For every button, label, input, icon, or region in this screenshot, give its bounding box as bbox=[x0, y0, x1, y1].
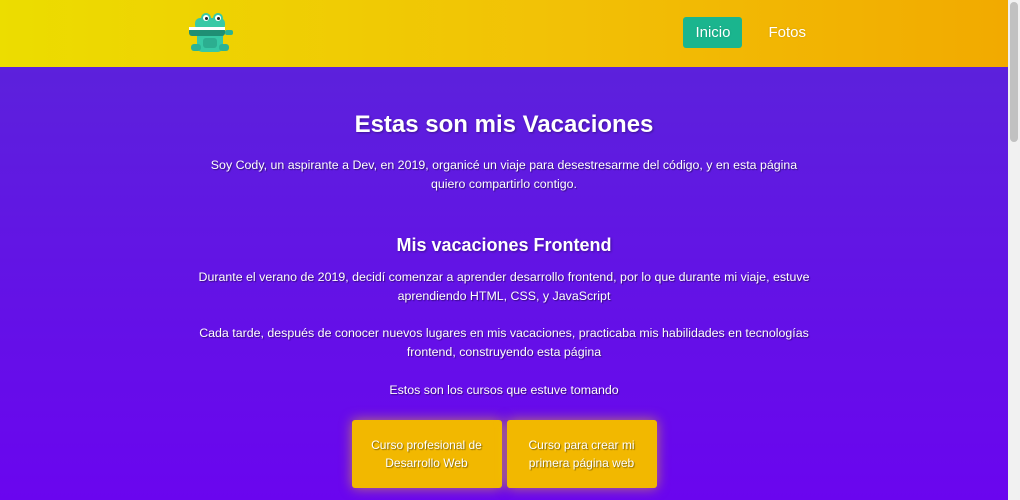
intro-text: Soy Cody, un aspirante a Dev, en 2019, o… bbox=[210, 158, 798, 191]
course-card-label: Curso profesional de Desarrollo Web bbox=[371, 438, 482, 470]
paragraph-summer: Durante el verano de 2019, decidí comenz… bbox=[198, 270, 810, 303]
main-nav: Inicio Fotos bbox=[683, 17, 818, 48]
course-card-desarrollo-web[interactable]: Curso profesional de Desarrollo Web bbox=[351, 420, 502, 488]
section-title: Mis vacaciones Frontend bbox=[396, 235, 612, 255]
page: Inicio Fotos Estas son mis Vacaciones So… bbox=[0, 0, 1008, 500]
nav-link-fotos[interactable]: Fotos bbox=[756, 17, 818, 48]
page-title: Estas son mis Vacaciones bbox=[354, 111, 654, 138]
main-content: Estas son mis Vacaciones Soy Cody, un as… bbox=[0, 67, 1008, 500]
nav-link-inicio[interactable]: Inicio bbox=[683, 17, 743, 48]
scrollbar-thumb[interactable] bbox=[1010, 2, 1018, 142]
crocodile-mascot-icon[interactable] bbox=[185, 10, 237, 54]
course-card-label: Curso para crear mi primera página web bbox=[528, 438, 635, 470]
site-header: Inicio Fotos bbox=[0, 0, 1008, 67]
paragraph-afternoons: Cada tarde, después de conocer nuevos lu… bbox=[199, 326, 809, 359]
courses-intro: Estos son los cursos que estuve tomando bbox=[389, 383, 619, 397]
course-card-primera-pagina[interactable]: Curso para crear mi primera página web bbox=[506, 420, 657, 488]
course-list: Curso profesional de Desarrollo Web Curs… bbox=[0, 420, 1008, 488]
vertical-scrollbar[interactable] bbox=[1008, 0, 1020, 500]
